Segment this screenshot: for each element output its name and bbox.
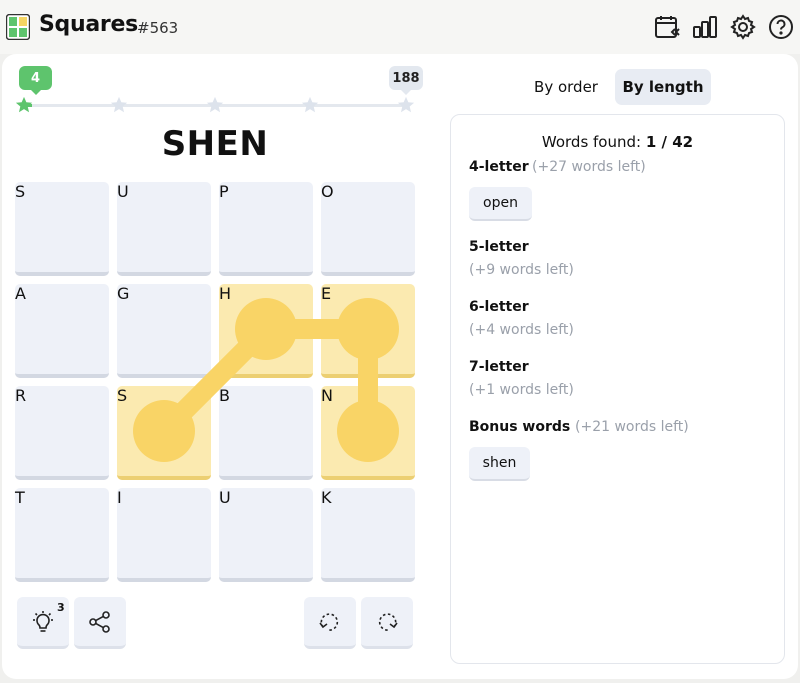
words-found-summary: Words found: 1 / 42 <box>450 133 785 151</box>
group-remaining-7-letter: (+1 words left) <box>469 382 574 398</box>
letter-tile[interactable]: U <box>117 182 211 276</box>
app-title: Squares <box>39 12 138 37</box>
letter-tile[interactable]: N <box>321 386 415 480</box>
redo-button[interactable] <box>361 597 413 649</box>
by-order-toggle[interactable]: By order <box>526 69 606 105</box>
group-remaining-4-letter: (+27 words left) <box>532 159 646 175</box>
letter-tile[interactable]: I <box>117 488 211 582</box>
group-title-5-letter: 5-letter <box>469 239 529 255</box>
letter-tile[interactable]: E <box>321 284 415 378</box>
help-question-icon[interactable] <box>768 14 794 40</box>
letter-tile[interactable]: A <box>15 284 109 378</box>
words-found-label: Words found: <box>541 133 642 151</box>
calendar-back-icon[interactable] <box>654 14 680 40</box>
letter-tile[interactable]: S <box>117 386 211 480</box>
undo-icon <box>319 612 339 631</box>
current-word: SHEN <box>161 124 269 164</box>
share-button[interactable] <box>74 597 126 649</box>
progress-star-icon <box>301 96 319 113</box>
letter-tile[interactable]: H <box>219 284 313 378</box>
progress-star-icon <box>110 96 128 113</box>
letter-tile[interactable]: R <box>15 386 109 480</box>
words-found-count: 1 / 42 <box>645 133 694 151</box>
score-badge: 4 <box>19 66 52 95</box>
group-title-bonus: Bonus words <box>469 419 571 435</box>
group-title-7-letter: 7-letter <box>469 359 529 375</box>
top-bar: Squares #563 <box>0 0 800 54</box>
redo-icon <box>378 612 398 631</box>
by-length-toggle[interactable]: By length <box>615 69 711 105</box>
max-score-badge: 188 <box>389 66 423 95</box>
undo-button[interactable] <box>304 597 356 649</box>
letter-tile[interactable]: U <box>219 488 313 582</box>
letter-tile[interactable]: T <box>15 488 109 582</box>
hint-count: 3 <box>57 601 65 614</box>
letter-tile[interactable]: P <box>219 182 313 276</box>
progress-star-icon <box>15 96 33 113</box>
letter-tile[interactable]: S <box>15 182 109 276</box>
settings-gear-icon[interactable] <box>730 14 756 40</box>
stats-bar-chart-icon[interactable] <box>692 14 718 40</box>
group-title-4-letter: 4-letter <box>469 159 529 175</box>
share-icon <box>89 610 110 633</box>
lightbulb-icon <box>33 610 53 632</box>
found-word-chip[interactable]: shen <box>469 447 530 481</box>
progress-star-icon <box>206 96 224 113</box>
puzzle-number: #563 <box>137 19 179 37</box>
letter-tile[interactable]: G <box>117 284 211 378</box>
letter-tile[interactable]: K <box>321 488 415 582</box>
group-title-6-letter: 6-letter <box>469 299 529 315</box>
found-word-chip[interactable]: open <box>469 187 532 221</box>
squares-logo-icon <box>6 14 30 40</box>
letter-tile[interactable]: B <box>219 386 313 480</box>
group-remaining-5-letter: (+9 words left) <box>469 262 574 278</box>
group-remaining-6-letter: (+4 words left) <box>469 322 574 338</box>
letter-tile[interactable]: O <box>321 182 415 276</box>
progress-star-icon <box>397 96 415 113</box>
group-remaining-bonus: (+21 words left) <box>575 419 689 435</box>
